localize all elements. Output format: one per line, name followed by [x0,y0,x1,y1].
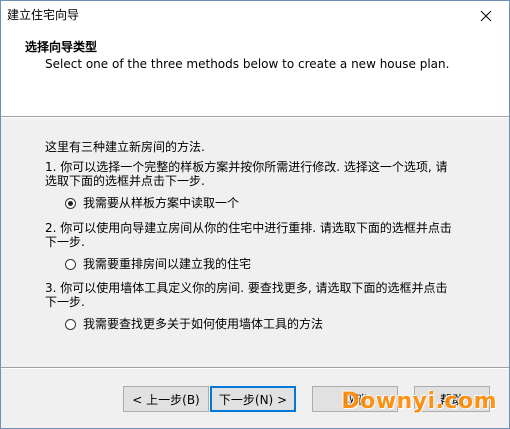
back-button[interactable]: < 上一步(B) [123,386,209,412]
wizard-window: 建立住宅向导 选择向导类型 Select one of the three me… [0,0,510,429]
option-1-radio-label: 我需要从样板方案中读取一个 [83,196,240,210]
option-2-radio-label: 我需要重排房间以建立我的住宅 [83,257,252,271]
option-1-description: 1. 你可以选择一个完整的样板方案并按你所需进行修改. 选择这一个选项, 请 选… [45,160,495,188]
radio-button-unchecked[interactable] [65,258,76,270]
option-2-radio[interactable]: 我需要重排房间以建立我的住宅 [65,257,251,271]
footer-divider [1,367,509,369]
option-3-description: 3. 你可以使用墙体工具定义你的房间. 要查找更多, 请选取下面的选框并点击 下… [45,281,495,309]
header-title: 选择向导类型 [25,40,98,54]
option-3-line-1: 3. 你可以使用墙体工具定义你的房间. 要查找更多, 请选取下面的选框并点击 [45,281,448,295]
intro-text: 这里有三种建立新房间的方法. [45,140,205,154]
option-2-description: 2. 你可以使用向导建立房间从你的住宅中进行重排. 请选取下面的选框并点击 下一… [45,221,495,249]
window-title: 建立住宅向导 [7,8,80,22]
option-3-radio[interactable]: 我需要查找更多关于如何使用墙体工具的方法 [65,317,323,331]
title-bar: 建立住宅向导 [1,1,509,31]
wizard-header: 选择向导类型 Select one of the three methods b… [1,31,509,116]
option-1-line-2: 选取下面的选框并点击下一步. [45,174,205,188]
option-2-line-1: 2. 你可以使用向导建立房间从你的住宅中进行重排. 请选取下面的选框并点击 [45,221,452,235]
next-button[interactable]: 下一步(N) > [210,386,296,412]
watermark-logo: Downyi.com [341,389,497,414]
radio-button-unchecked[interactable] [65,318,76,330]
option-3-line-2: 下一步. [45,295,85,309]
header-subtitle: Select one of the three methods below to… [45,57,450,71]
option-3-radio-label: 我需要查找更多关于如何使用墙体工具的方法 [83,317,324,331]
close-icon [480,10,492,22]
option-1-radio[interactable]: 我需要从样板方案中读取一个 [65,196,239,210]
option-1-line-1: 1. 你可以选择一个完整的样板方案并按你所需进行修改. 选择这一个选项, 请 [45,160,448,174]
option-2-line-2: 下一步. [45,235,85,249]
wizard-body: 这里有三种建立新房间的方法. 1. 你可以选择一个完整的样板方案并按你所需进行修… [1,118,509,362]
radio-button-checked[interactable] [65,197,76,209]
close-button[interactable] [463,1,509,31]
